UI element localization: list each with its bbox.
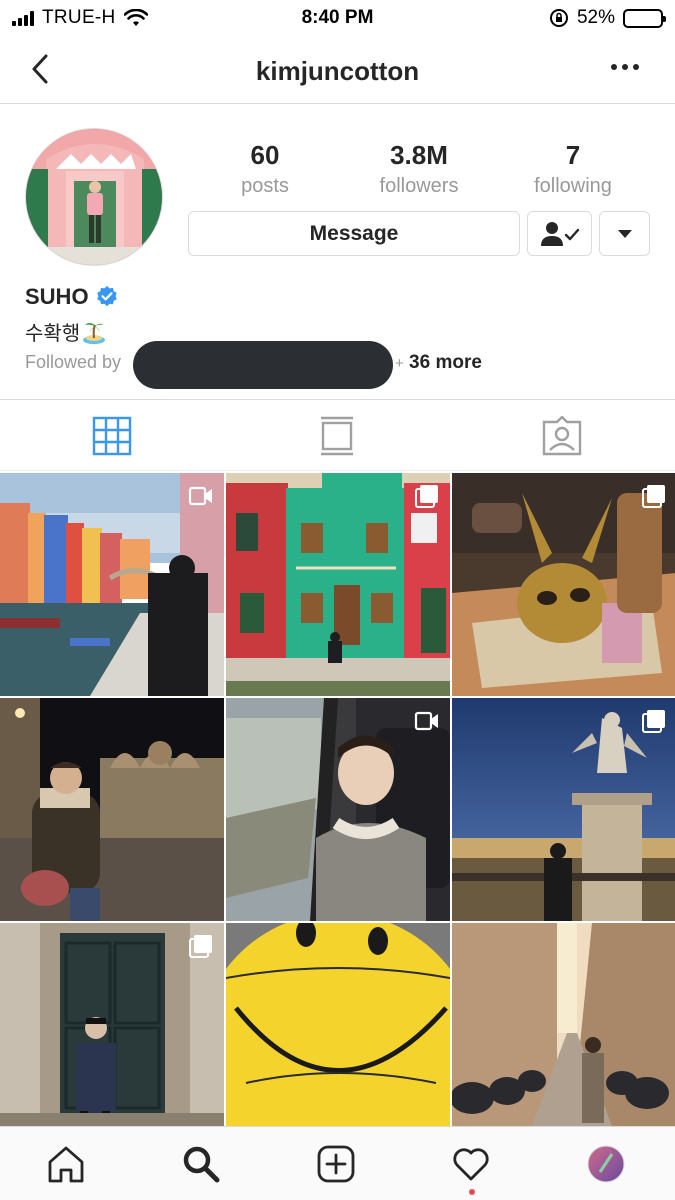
person-check-icon	[540, 221, 579, 246]
rotation-lock-icon	[549, 9, 568, 27]
profile-stats: 60 posts 3.8M followers 7 following	[188, 140, 650, 198]
carousel-icon	[642, 485, 665, 508]
profile-avatar[interactable]	[25, 128, 163, 266]
notification-dot	[469, 1189, 475, 1195]
tagged-icon[interactable]	[542, 416, 582, 456]
profile-name-row: SUHO	[25, 284, 119, 310]
profile-avatar-tab[interactable]	[586, 1144, 626, 1184]
followers-label: followers	[379, 175, 459, 197]
video-icon	[188, 486, 212, 506]
island-icon	[83, 322, 106, 344]
posts-label: posts	[241, 175, 289, 197]
more-options-icon[interactable]	[611, 64, 639, 70]
message-button[interactable]: Message	[188, 211, 520, 256]
grid-icon[interactable]	[92, 416, 132, 456]
profile-tabs	[0, 399, 675, 471]
home-icon[interactable]	[46, 1144, 86, 1184]
carousel-icon	[642, 710, 665, 733]
bottom-nav	[0, 1126, 675, 1200]
post-thumbnail[interactable]	[0, 923, 224, 1126]
stat-posts[interactable]: 60 posts	[188, 140, 342, 198]
post-thumbnail[interactable]	[0, 473, 224, 696]
battery-icon	[623, 8, 666, 28]
following-count: 7	[565, 140, 581, 170]
status-bar: TRUE-H 8:40 PM 52%	[0, 0, 675, 36]
display-name: SUHO	[25, 284, 89, 309]
post-thumbnail[interactable]	[452, 473, 675, 696]
bio-text: 수확행	[25, 323, 81, 345]
following-label: following	[534, 175, 612, 197]
battery-percent: 52%	[576, 7, 615, 28]
followed-by-plus: +	[395, 355, 404, 372]
triangle-down-icon	[617, 229, 632, 238]
post-thumbnail[interactable]	[452, 698, 675, 921]
activity-icon[interactable]	[451, 1144, 491, 1184]
post-thumbnail[interactable]	[226, 473, 450, 696]
redacted-usernames	[133, 341, 393, 389]
bio-text-row: 수확행 🏝️	[25, 317, 106, 346]
username-title: kimjuncotton	[255, 56, 420, 86]
followed-by-label: Followed by	[25, 352, 122, 372]
post-thumbnail[interactable]	[226, 923, 450, 1126]
search-icon[interactable]	[181, 1144, 221, 1184]
video-icon	[414, 711, 438, 731]
carousel-icon	[189, 935, 212, 958]
post-thumbnail[interactable]	[0, 698, 224, 921]
followed-by-more-link[interactable]: + 36 more	[395, 352, 482, 374]
feed-icon[interactable]	[317, 416, 357, 456]
stat-following[interactable]: 7 following	[496, 140, 650, 198]
following-toggle-button[interactable]	[527, 211, 592, 256]
carousel-icon	[415, 485, 438, 508]
post-thumbnail[interactable]	[452, 923, 675, 1126]
posts-grid	[0, 473, 675, 1126]
posts-count: 60	[250, 140, 280, 170]
new-post-icon[interactable]	[316, 1144, 356, 1184]
suggestions-dropdown-button[interactable]	[599, 211, 650, 256]
followed-by-more-count: 36 more	[409, 352, 482, 373]
verified-badge-icon	[96, 286, 117, 307]
post-thumbnail[interactable]	[226, 698, 450, 921]
profile-header: kimjuncotton	[0, 36, 675, 104]
stat-followers[interactable]: 3.8M followers	[342, 140, 496, 198]
followers-count: 3.8M	[390, 140, 448, 170]
